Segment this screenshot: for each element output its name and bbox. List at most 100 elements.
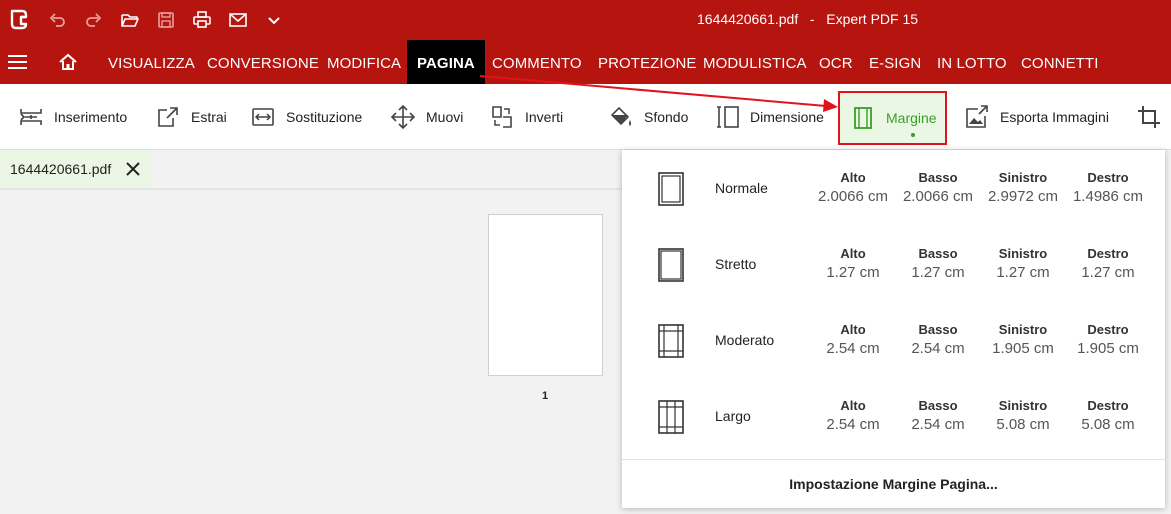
print-icon[interactable] [190, 9, 214, 31]
left-label: Sinistro [998, 246, 1048, 261]
window-filename: 1644420661.pdf [697, 11, 799, 27]
menu-connetti[interactable]: CONNETTI [1021, 40, 1098, 84]
email-icon[interactable] [226, 9, 250, 31]
option-name: Stretto [715, 256, 757, 272]
right-value: 1.4986 cm [1072, 188, 1144, 205]
left-value: 1.27 cm [996, 264, 1050, 281]
option-name: Normale [715, 180, 768, 196]
page-margin-setup-button[interactable]: Impostazione Margine Pagina... [622, 460, 1165, 508]
menu-modulistica[interactable]: MODULISTICA [703, 40, 807, 84]
left-label: Sinistro [998, 170, 1048, 185]
paint-bucket-icon [610, 106, 631, 126]
esporta-immagini-button[interactable]: Esporta Immagini [964, 102, 1109, 132]
page-size-icon [717, 106, 739, 128]
top-label: Alto [840, 322, 866, 337]
margin-option-normale[interactable]: Normale Alto 2.0066 cm Basso 2.0066 cm Sin… [622, 150, 1165, 226]
margin-narrow-icon [658, 248, 684, 282]
menu-protezione[interactable]: PROTEZIONE [598, 40, 697, 84]
menu-pagina[interactable]: PAGINA [407, 40, 485, 84]
bottom-value: 1.27 cm [911, 264, 965, 281]
reverse-pages-icon [492, 106, 512, 128]
top-label: Alto [840, 398, 866, 413]
insert-page-icon [20, 109, 42, 125]
left-value: 1.905 cm [992, 340, 1054, 357]
inverti-label: Inverti [525, 109, 564, 125]
bottom-label: Basso [918, 246, 958, 261]
window-title: 1644420661.pdf - Expert PDF 15 [697, 11, 918, 27]
right-label: Destro [1087, 322, 1129, 337]
chevron-down-icon[interactable] [262, 9, 286, 31]
document-tab[interactable]: 1644420661.pdf [0, 150, 152, 188]
right-value: 1.905 cm [1077, 340, 1139, 357]
move-icon [390, 104, 416, 130]
option-name: Moderato [715, 332, 775, 348]
top-label: Alto [840, 170, 866, 185]
estrai-button[interactable]: Estrai [155, 102, 227, 132]
redo-icon[interactable] [82, 9, 106, 31]
replace-page-icon [252, 108, 274, 126]
title-bar: 1644420661.pdf - Expert PDF 15 [0, 0, 1171, 40]
margin-option-stretto[interactable]: Stretto Alto 1.27 cm Basso 1.27 cm Sinistr… [622, 226, 1165, 302]
top-value: 2.54 cm [826, 340, 880, 357]
menu-commento[interactable]: COMMENTO [492, 40, 582, 84]
menu-modifica[interactable]: MODIFICA [327, 40, 401, 84]
sfondo-button[interactable]: Sfondo [608, 102, 688, 132]
margin-moderate-icon [658, 324, 684, 358]
menu-e-sign[interactable]: E-SIGN [869, 40, 921, 84]
bottom-label: Basso [918, 170, 958, 185]
bottom-value: 2.54 cm [911, 416, 965, 433]
menu-conversione[interactable]: CONVERSIONE [207, 40, 319, 84]
left-value: 5.08 cm [996, 416, 1050, 433]
close-icon[interactable] [125, 161, 141, 177]
right-value: 1.27 cm [1081, 264, 1135, 281]
margin-option-largo[interactable]: Largo Alto 2.54 cm Basso 2.54 cm Sinistro 5… [622, 378, 1165, 454]
sostituzione-label: Sostituzione [286, 109, 363, 125]
page-thumbnail[interactable] [488, 214, 603, 376]
margin-normal-icon [658, 172, 684, 206]
home-icon[interactable] [58, 52, 78, 72]
right-label: Destro [1087, 398, 1129, 413]
save-icon[interactable] [154, 9, 178, 31]
crop-button[interactable] [1136, 102, 1171, 132]
document-tab-label: 1644420661.pdf [10, 161, 112, 177]
top-value: 1.27 cm [826, 264, 880, 281]
left-value: 2.9972 cm [987, 188, 1059, 205]
left-label: Sinistro [998, 398, 1048, 413]
page-number: 1 [542, 390, 549, 402]
open-folder-icon[interactable] [118, 9, 142, 31]
app-name: Expert PDF 15 [826, 11, 919, 27]
margine-label: Margine [886, 110, 937, 126]
ribbon-toolbar: Inserimento Estrai Sostituzione Muovi In… [0, 84, 1171, 150]
dimensione-label: Dimensione [750, 109, 824, 125]
bottom-value: 2.54 cm [911, 340, 965, 357]
sostituzione-button[interactable]: Sostituzione [250, 102, 362, 132]
inverti-button[interactable]: Inverti [489, 102, 563, 132]
top-value: 2.0066 cm [817, 188, 889, 205]
margin-icon [854, 107, 872, 129]
bottom-label: Basso [918, 322, 958, 337]
menu-visualizza[interactable]: VISUALIZZA [108, 40, 195, 84]
title-separator: - [809, 11, 815, 27]
menu-ocr[interactable]: OCR [819, 40, 853, 84]
margine-button[interactable]: Margine [838, 91, 947, 145]
dimensione-button[interactable]: Dimensione [714, 102, 824, 132]
option-name: Largo [715, 408, 751, 424]
hamburger-icon[interactable] [8, 54, 28, 70]
active-dot [911, 133, 915, 137]
bottom-label: Basso [918, 398, 958, 413]
muovi-button[interactable]: Muovi [390, 102, 463, 132]
esporta-label: Esporta Immagini [1000, 109, 1109, 125]
crop-icon [1138, 106, 1160, 128]
export-image-icon [966, 105, 988, 128]
margin-wide-icon [658, 400, 684, 434]
inserimento-button[interactable]: Inserimento [18, 102, 127, 132]
left-label: Sinistro [998, 322, 1048, 337]
margin-option-moderato[interactable]: Moderato Alto 2.54 cm Basso 2.54 cm Sinist… [622, 302, 1165, 378]
menu-in-lotto[interactable]: IN LOTTO [937, 40, 1007, 84]
right-value: 5.08 cm [1081, 416, 1135, 433]
undo-icon[interactable] [45, 9, 69, 31]
tab-strip-divider [0, 188, 622, 190]
margin-dropdown: Normale Alto 2.0066 cm Basso 2.0066 cm Sin… [622, 150, 1165, 508]
extract-page-icon [158, 107, 178, 127]
top-label: Alto [840, 246, 866, 261]
